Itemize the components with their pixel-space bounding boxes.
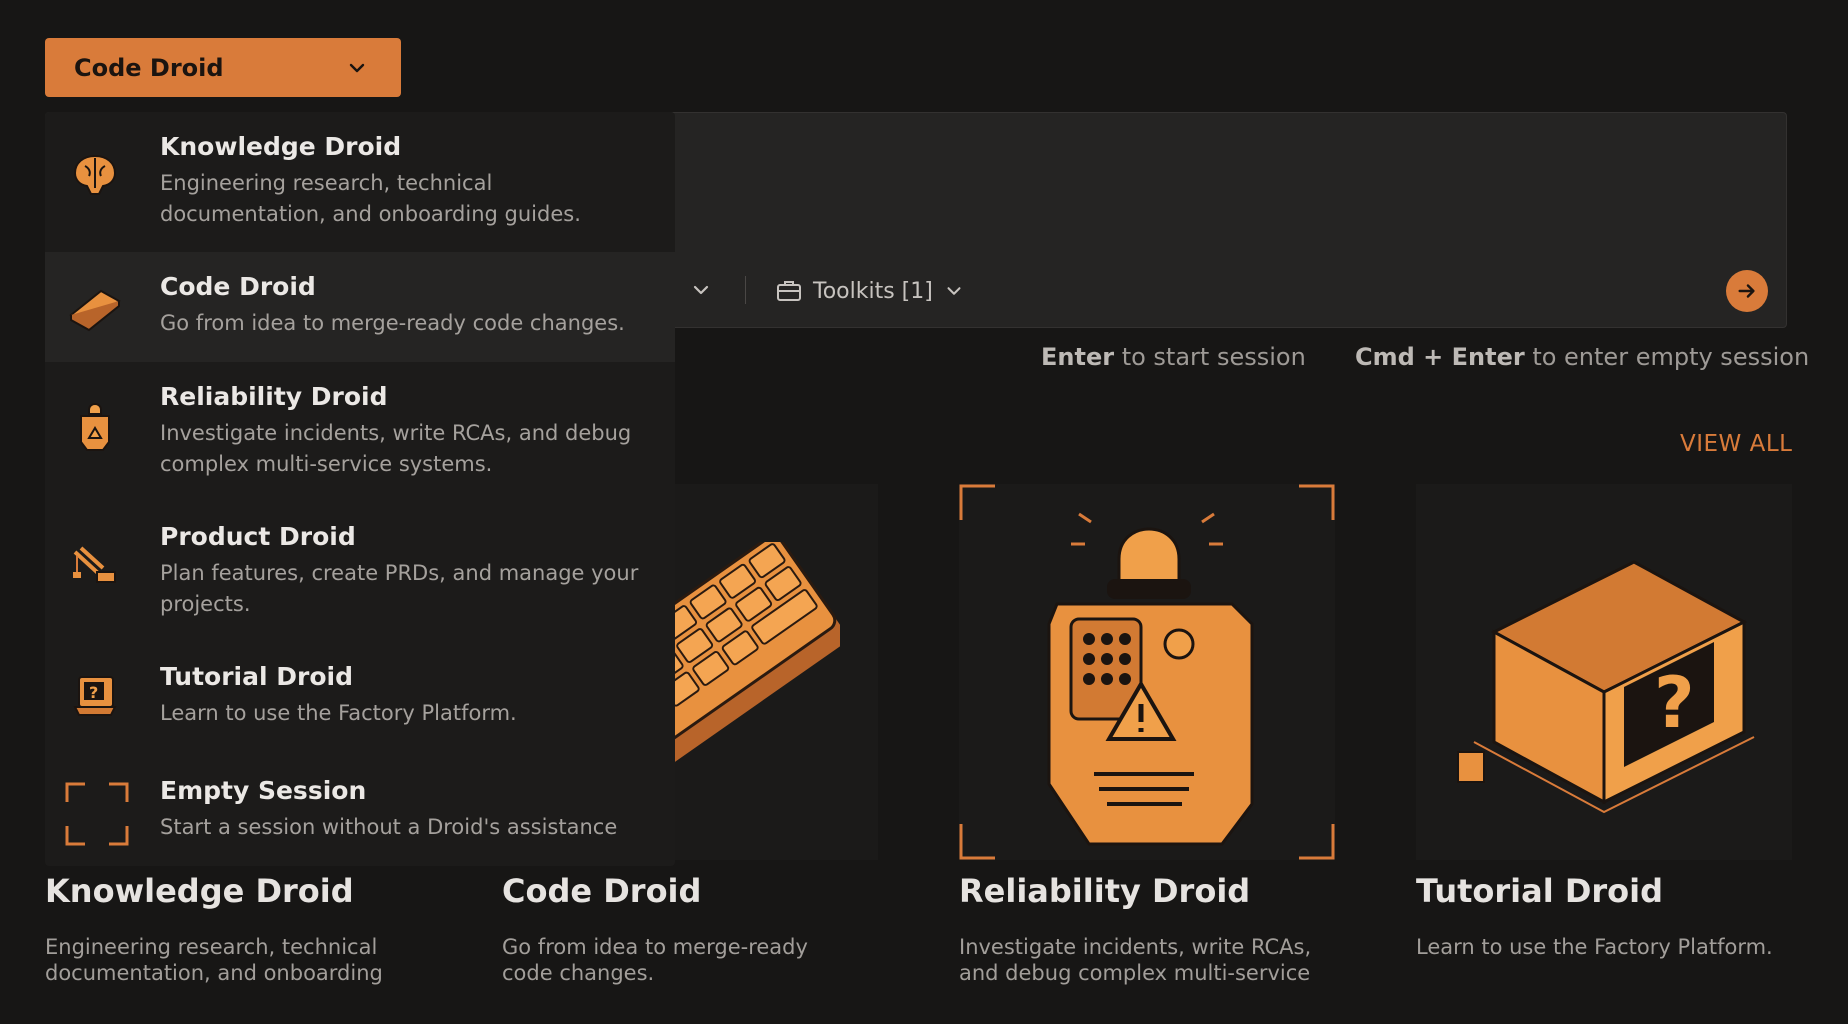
menu-item-description: Investigate incidents, write RCAs, and d… bbox=[160, 421, 632, 476]
droid-selector-label: Code Droid bbox=[74, 53, 224, 82]
briefcase-icon bbox=[777, 281, 801, 301]
menu-item-title: Tutorial Droid bbox=[160, 662, 353, 691]
arrow-right-icon bbox=[1738, 284, 1755, 298]
card-title[interactable]: Knowledge Droid bbox=[45, 872, 354, 910]
chevron-down-icon bbox=[349, 63, 365, 72]
enter-hint-text: to start session bbox=[1114, 343, 1306, 371]
menu-item-empty-session[interactable]: Empty Session Start a session without a … bbox=[45, 752, 675, 866]
empty-frame-icon bbox=[65, 782, 129, 846]
toolbar-divider bbox=[745, 276, 746, 304]
menu-item-title: Code Droid bbox=[160, 272, 316, 301]
card-description: Learn to use the Factory Platform. bbox=[1416, 935, 1773, 959]
menu-item-title: Knowledge Droid bbox=[160, 132, 402, 161]
card-title[interactable]: Reliability Droid bbox=[959, 872, 1250, 910]
svg-text:?: ? bbox=[89, 683, 98, 702]
enter-key: Enter bbox=[1041, 343, 1115, 371]
menu-item-description: Learn to use the Factory Platform. bbox=[160, 701, 517, 725]
svg-text:?: ? bbox=[1654, 662, 1695, 744]
tutorial-droid-card-image[interactable]: ? bbox=[1416, 484, 1792, 860]
toolkits-label: Toolkits [1] bbox=[813, 278, 933, 304]
droid-selector-button[interactable]: Code Droid bbox=[45, 38, 401, 97]
toolkits-dropdown[interactable]: Toolkits [1] bbox=[775, 276, 965, 306]
keyboard-icon bbox=[69, 289, 121, 332]
card-description: Engineering research, technical document… bbox=[45, 935, 383, 985]
cmd-enter-hint: Cmd + Enter to enter empty session bbox=[1355, 343, 1809, 371]
alarm-robot-icon bbox=[80, 403, 110, 451]
card-description: Go from idea to merge-ready code changes… bbox=[502, 935, 808, 985]
reliability-droid-card-image[interactable] bbox=[959, 484, 1335, 860]
menu-item-title: Reliability Droid bbox=[160, 382, 388, 411]
menu-item-title: Product Droid bbox=[160, 522, 356, 551]
card-description: Investigate incidents, write RCAs, and d… bbox=[959, 935, 1312, 985]
menu-item-description: Start a session without a Droid's assist… bbox=[160, 815, 618, 839]
menu-item-reliability-droid[interactable]: Reliability Droid Investigate incidents,… bbox=[45, 362, 675, 502]
menu-item-product-droid[interactable]: Product Droid Plan features, create PRDs… bbox=[45, 502, 675, 642]
cmd-enter-key: Cmd + Enter bbox=[1355, 343, 1525, 371]
droid-dropdown-menu: Knowledge Droid Engineering research, te… bbox=[45, 112, 675, 866]
cmd-enter-hint-text: to enter empty session bbox=[1524, 343, 1810, 371]
computer-illustration-icon: ? bbox=[1457, 560, 1755, 814]
menu-item-title: Empty Session bbox=[160, 776, 367, 805]
chevron-down-icon bbox=[947, 287, 961, 295]
card-title[interactable]: Tutorial Droid bbox=[1416, 872, 1663, 910]
menu-item-code-droid[interactable]: Code Droid Go from idea to merge-ready c… bbox=[45, 252, 675, 362]
card-title[interactable]: Code Droid bbox=[502, 872, 701, 910]
alarm-robot-illustration-icon bbox=[959, 484, 1335, 860]
model-chevron-icon[interactable] bbox=[689, 278, 713, 302]
menu-item-description: Engineering research, technical document… bbox=[160, 171, 581, 226]
menu-item-tutorial-droid[interactable]: ? Tutorial Droid Learn to use the Factor… bbox=[45, 642, 675, 752]
send-button[interactable] bbox=[1726, 270, 1768, 312]
brain-icon bbox=[73, 154, 117, 195]
crane-icon bbox=[73, 546, 116, 583]
computer-icon: ? bbox=[73, 676, 117, 716]
enter-hint: Enter to start session bbox=[1041, 343, 1306, 371]
menu-item-description: Plan features, create PRDs, and manage y… bbox=[160, 561, 639, 616]
menu-item-knowledge-droid[interactable]: Knowledge Droid Engineering research, te… bbox=[45, 112, 675, 252]
view-all-link[interactable]: VIEW ALL bbox=[1680, 431, 1792, 457]
menu-item-description: Go from idea to merge-ready code changes… bbox=[160, 311, 625, 335]
